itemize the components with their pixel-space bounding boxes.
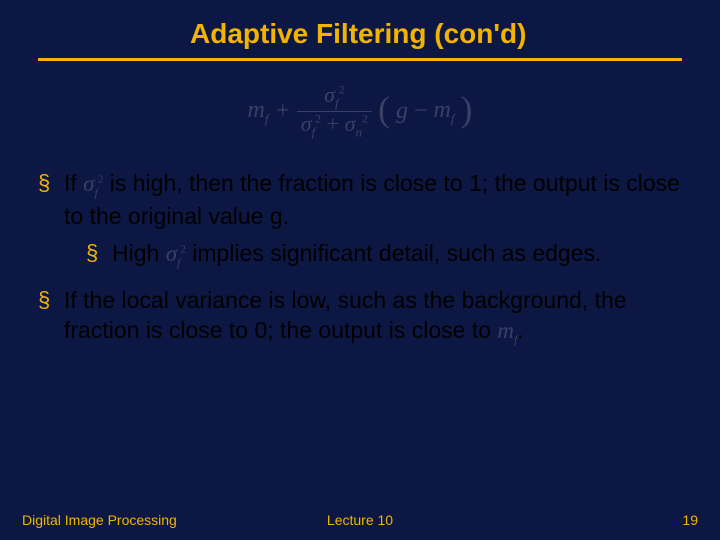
sub-bullet-text-post: implies significant detail, such as edge… (186, 240, 602, 266)
footer-page-number: 19 (682, 512, 698, 528)
bullet-text-pre: If the local variance is low, such as th… (64, 287, 627, 343)
footer: Digital Image Processing Lecture 10 19 (0, 512, 720, 528)
content-area: If σf2 is high, then the fraction is clo… (0, 168, 720, 349)
fraction-denominator: σf2 + σn2 (297, 112, 372, 140)
formula-rparen: ) (460, 90, 472, 130)
formula-mf: mf (248, 97, 269, 126)
formula-fraction: σf2 σf2 + σn2 (297, 83, 372, 140)
slide-title: Adaptive Filtering (con'd) (190, 18, 680, 58)
sub-bullet-item: High σf2 implies significant detail, suc… (86, 238, 686, 271)
sub-bullet-text-pre: High (112, 240, 166, 266)
bullet-list: If σf2 is high, then the fraction is clo… (38, 168, 686, 349)
bullet-text-post: . (517, 317, 523, 343)
sub-bullet-list: High σf2 implies significant detail, suc… (64, 238, 686, 271)
m-f: mf (497, 318, 517, 343)
bullet-text-post: is high, then the fraction is close to 1… (64, 170, 680, 229)
bullet-text-pre: If (64, 170, 83, 196)
fraction-numerator: σf2 (320, 83, 348, 111)
formula-g: g (396, 98, 408, 124)
footer-left: Digital Image Processing (22, 512, 177, 528)
sigma-f-squared: σf2 (166, 241, 186, 266)
formula-plus: + (274, 98, 290, 124)
title-area: Adaptive Filtering (con'd) (0, 0, 720, 61)
bullet-item: If the local variance is low, such as th… (38, 285, 686, 349)
main-formula: mf + σf2 σf2 + σn2 ( g − mf ) (0, 83, 720, 140)
formula-minus: − (414, 98, 428, 124)
title-underline (38, 58, 682, 61)
bullet-item: If σf2 is high, then the fraction is clo… (38, 168, 686, 271)
formula-lparen: ( (378, 90, 390, 130)
formula-mf2: mf (434, 97, 455, 126)
slide: Adaptive Filtering (con'd) mf + σf2 σf2 … (0, 0, 720, 540)
sigma-f-squared: σf2 (83, 171, 103, 196)
